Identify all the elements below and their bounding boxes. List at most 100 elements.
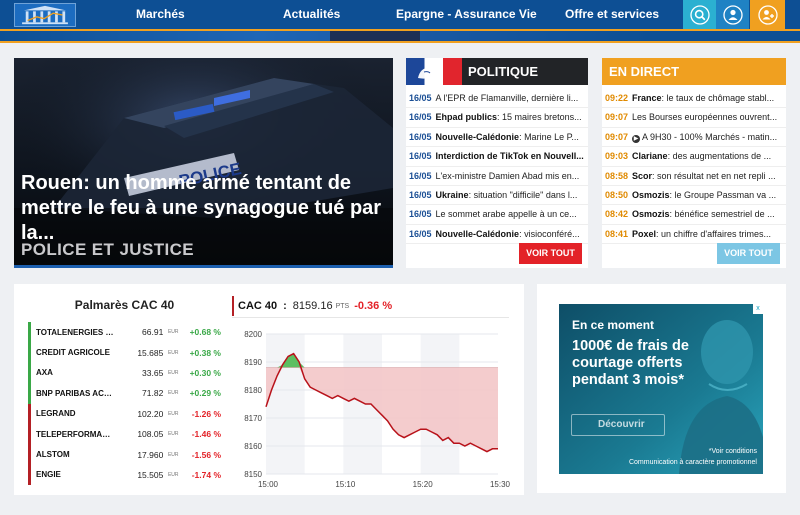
- stock-price: 71.82: [142, 388, 164, 399]
- cac-separator: :: [283, 300, 287, 312]
- account-button[interactable]: [716, 0, 749, 29]
- ad-container: En ce moment 1000€ de frais de courtage …: [537, 284, 786, 493]
- news-date: 16/05: [409, 112, 432, 123]
- stock-currency: EUR: [167, 471, 179, 478]
- stock-price: 33.65: [142, 367, 164, 378]
- stock-change: +0.30 %: [189, 367, 221, 378]
- ad-discover-button[interactable]: Découvrir: [571, 414, 665, 436]
- table-row[interactable]: TELEPERFORMANC... 108.05 EUR -1.46 %: [28, 423, 221, 445]
- news-bold: Osmozis: [632, 189, 670, 200]
- list-item[interactable]: 08:42 Osmozis: bénéfice semestriel de ...: [602, 205, 786, 225]
- list-item[interactable]: 08:41 Poxel: un chiffre d'affaires trimes…: [602, 225, 786, 245]
- video-play-icon: ▶: [632, 134, 641, 143]
- y-tick-label: 8160: [244, 442, 262, 451]
- list-item[interactable]: 16/05 A l'EPR de Flamanville, dernière li…: [406, 89, 588, 109]
- news-text: : son résultat net en net repli ...: [652, 170, 776, 181]
- list-item[interactable]: 09:03 Clariane: des augmentations de ...: [602, 147, 786, 167]
- list-item[interactable]: 09:07 Les Bourses européennes ouvrent...: [602, 108, 786, 128]
- list-item[interactable]: 16/05 L'ex-ministre Damien Abad mis en...: [406, 167, 588, 186]
- hero-article[interactable]: POLICE Rouen: un homme armé tentant de m…: [14, 58, 393, 268]
- stock-currency: EUR: [167, 431, 179, 438]
- list-item[interactable]: 08:50 Osmozis: le Groupe Passman va ...: [602, 186, 786, 206]
- news-time: 08:58: [605, 170, 629, 181]
- news-text: : le taux de chômage stabl...: [661, 93, 775, 103]
- cac-header[interactable]: CAC 40 : 8159.16 PTS -0.36 %: [232, 298, 392, 314]
- table-row[interactable]: LEGRAND 102.20 EUR -1.26 %: [28, 403, 221, 424]
- list-item[interactable]: 16/05 Nouvelle-Calédonie: visioconféré...: [406, 225, 588, 245]
- list-item[interactable]: 16/05 Ukraine: situation "difficile" dans…: [406, 186, 588, 206]
- en-direct-header[interactable]: EN DIRECT: [602, 58, 786, 85]
- list-item[interactable]: 09:22 France: le taux de chômage stabl...: [602, 89, 786, 109]
- x-tick-label: 15:30: [490, 480, 511, 489]
- cac-chart[interactable]: 8150 8160 8170 8180 8190 8200 15:00 15:10 15:20 1…: [232, 324, 512, 494]
- nav-item-marches[interactable]: Marchés: [136, 0, 185, 29]
- advertisement[interactable]: En ce moment 1000€ de frais de courtage …: [559, 304, 763, 474]
- news-time: 08:50: [605, 189, 629, 200]
- search-button[interactable]: [683, 0, 716, 29]
- list-item[interactable]: 16/05 Interdiction de TikTok en Nouvell..…: [406, 147, 588, 167]
- palmares-table: TOTALENERGIES SE 66.91 EUR +0.68 % CREDIT A…: [28, 322, 221, 486]
- list-item[interactable]: 16/05 Ehpad publics: 15 maires bretons...: [406, 108, 588, 128]
- signup-button[interactable]: [750, 0, 785, 29]
- list-item[interactable]: 16/05 Le sommet arabe appelle à un ce...: [406, 205, 588, 225]
- table-row[interactable]: ENGIE 15.505 EUR -1.74 %: [28, 464, 221, 486]
- cac-value: 8159.16: [292, 300, 333, 312]
- table-row[interactable]: ALSTOM 17.960 EUR -1.56 %: [28, 444, 221, 465]
- table-row[interactable]: AXA 33.65 EUR +0.30 %: [28, 362, 221, 384]
- en-direct-voir-tout-button[interactable]: VOIR TOUT: [717, 243, 780, 264]
- en-direct-panel: EN DIRECT 09:22 France: le taux de chômag…: [602, 58, 786, 268]
- markets-panel: Palmarès CAC 40 TOTALENERGIES SE 66.91 EUR…: [14, 284, 524, 495]
- user-icon: [722, 4, 743, 25]
- ad-conditions: *Voir conditions: [708, 448, 757, 455]
- stock-name: ENGIE: [35, 470, 61, 480]
- stock-price: 15.505: [137, 469, 164, 480]
- news-text: : visioconféré...: [519, 228, 580, 239]
- news-text: L'ex-ministre Damien Abad mis en...: [435, 170, 580, 181]
- y-tick-label: 8180: [244, 386, 262, 395]
- trend-bar: [28, 383, 31, 404]
- table-row[interactable]: BNP PARIBAS ACT.A 71.82 EUR +0.29 %: [28, 383, 221, 404]
- news-bold: Ehpad publics: [435, 112, 498, 123]
- politique-header[interactable]: POLITIQUE: [406, 58, 588, 85]
- news-bold: Osmozis: [632, 209, 670, 220]
- list-item[interactable]: 16/05 Nouvelle-Calédonie: Marine Le P...: [406, 128, 588, 148]
- palmares-title[interactable]: Palmarès CAC 40: [28, 298, 221, 312]
- trend-bar: [28, 322, 31, 343]
- politique-voir-tout-button[interactable]: VOIR TOUT: [519, 243, 582, 264]
- news-date: 16/05: [409, 209, 432, 220]
- trend-bar: [28, 423, 31, 445]
- news-date: 16/05: [409, 93, 432, 103]
- add-user-icon: [757, 4, 778, 25]
- search-icon: [689, 4, 710, 25]
- table-row[interactable]: CREDIT AGRICOLE 15.685 EUR +0.38 %: [28, 342, 221, 363]
- stock-change: -1.46 %: [191, 429, 221, 440]
- trend-bar: [28, 403, 31, 424]
- ad-disclaimer: Communication à caractère promotionnel: [628, 459, 757, 466]
- list-item[interactable]: 09:07 ▶ A 9H30 - 100% Marchés - matin...: [602, 128, 786, 148]
- news-time: 09:22: [605, 93, 629, 103]
- stock-name: CREDIT AGRICOLE: [35, 348, 110, 358]
- stock-name: LEGRAND: [35, 409, 76, 419]
- table-row[interactable]: TOTALENERGIES SE 66.91 EUR +0.68 %: [28, 322, 221, 343]
- ad-headline: 1000€ de frais de courtage offerts penda…: [572, 338, 689, 388]
- chart-band: [266, 334, 305, 474]
- site-logo[interactable]: [14, 3, 76, 27]
- cac-unit: PTS: [335, 302, 350, 310]
- nav-item-actualites[interactable]: Actualités: [283, 0, 340, 29]
- stock-change: +0.68 %: [189, 327, 221, 338]
- hero-headline[interactable]: Rouen: un homme armé tentant de mettre l…: [21, 171, 386, 246]
- nav-item-offre-services[interactable]: Offre et services: [565, 0, 659, 29]
- en-direct-title: EN DIRECT: [609, 64, 680, 79]
- ad-close-icon[interactable]: x: [753, 304, 763, 314]
- news-time: 09:07: [605, 112, 629, 123]
- news-date: 16/05: [409, 151, 432, 162]
- banner-bottom-line: [0, 41, 800, 43]
- news-date: 16/05: [409, 131, 432, 142]
- ad-kicker: En ce moment: [572, 318, 655, 332]
- stock-name: TOTALENERGIES SE: [35, 327, 116, 337]
- nav-item-epargne[interactable]: Epargne - Assurance Vie: [396, 0, 537, 29]
- promo-banner-strip[interactable]: [0, 31, 800, 43]
- list-item[interactable]: 08:58 Scor: son résultat net en net repli…: [602, 167, 786, 186]
- news-text: A 9H30 - 100% Marchés - matin...: [642, 131, 778, 142]
- hero-category[interactable]: POLICE ET JUSTICE: [21, 240, 194, 260]
